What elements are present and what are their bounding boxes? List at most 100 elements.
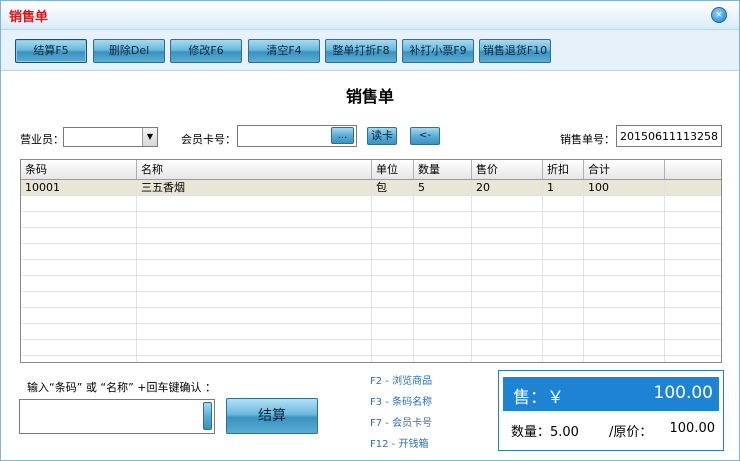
empty-cell xyxy=(372,212,414,227)
empty-row xyxy=(21,196,721,212)
order-number-field[interactable] xyxy=(616,125,722,147)
cell-total: 100 xyxy=(584,180,665,195)
empty-row xyxy=(21,324,721,340)
barcode-name-input[interactable] xyxy=(19,399,215,434)
table-header: 条码 名称 单位 数量 售价 折扣 合计 xyxy=(21,160,721,180)
toolbar: 结算F5 删除Del 修改F6 清空F4 整单打折F8 补打小票F9 销售退货F… xyxy=(1,30,739,71)
empty-cell xyxy=(472,196,543,211)
reprint-receipt-button[interactable]: 补打小票F9 xyxy=(402,39,474,63)
empty-cell xyxy=(584,276,665,291)
sale-amount-bar: 售：￥ 100.00 xyxy=(503,377,719,411)
cell-barcode: 10001 xyxy=(21,180,137,195)
empty-cell xyxy=(137,260,372,275)
empty-cell xyxy=(543,340,584,355)
checkout-f5-button[interactable]: 结算F5 xyxy=(15,39,87,63)
clear-button[interactable]: 清空F4 xyxy=(248,39,320,63)
empty-cell xyxy=(137,228,372,243)
column-header-quantity[interactable]: 数量 xyxy=(414,160,472,179)
empty-cell xyxy=(21,196,137,211)
empty-cell xyxy=(584,260,665,275)
salesperson-select[interactable]: ▼ xyxy=(63,127,158,147)
shortcut-open-drawer[interactable]: F12 - 开钱箱 xyxy=(370,435,428,450)
empty-cell xyxy=(472,292,543,307)
delete-button[interactable]: 删除Del xyxy=(93,39,165,63)
empty-cell xyxy=(414,276,472,291)
empty-cell xyxy=(543,196,584,211)
column-header-unit[interactable]: 单位 xyxy=(372,160,414,179)
order-number-label: 销售单号： xyxy=(560,133,615,146)
empty-cell xyxy=(21,292,137,307)
entry-scroll-handle[interactable] xyxy=(203,402,212,430)
empty-cell xyxy=(543,356,584,362)
table-row[interactable]: 10001 三五香烟 包 5 20 1 100 xyxy=(21,180,721,196)
empty-cell xyxy=(137,276,372,291)
empty-cell xyxy=(472,244,543,259)
cell-unit: 包 xyxy=(372,180,414,195)
empty-cell xyxy=(472,356,543,362)
empty-cell xyxy=(584,212,665,227)
empty-row xyxy=(21,212,721,228)
column-header-barcode[interactable]: 条码 xyxy=(21,160,137,179)
empty-cell xyxy=(543,244,584,259)
empty-cell xyxy=(543,292,584,307)
column-header-discount[interactable]: 折扣 xyxy=(543,160,584,179)
salesperson-label: 营业员： xyxy=(20,133,64,146)
whole-discount-button[interactable]: 整单打折F8 xyxy=(325,39,397,63)
empty-cell xyxy=(372,260,414,275)
empty-row xyxy=(21,356,721,362)
empty-cell xyxy=(414,260,472,275)
shortcut-browse-products[interactable]: F2 - 浏览商品 xyxy=(370,372,432,387)
empty-cell xyxy=(372,340,414,355)
empty-cell xyxy=(21,308,137,323)
empty-cell xyxy=(372,308,414,323)
shortcut-barcode-name[interactable]: F3 - 条码名称 xyxy=(370,393,432,408)
sales-window: 销售单 × 结算F5 删除Del 修改F6 清空F4 整单打折F8 补打小票F9… xyxy=(0,0,740,461)
sales-table: 条码 名称 单位 数量 售价 折扣 合计 10001 三五香烟 包 5 20 1… xyxy=(20,159,722,363)
empty-cell xyxy=(21,212,137,227)
empty-cell xyxy=(21,228,137,243)
column-header-total[interactable]: 合计 xyxy=(584,160,665,179)
empty-cell xyxy=(414,324,472,339)
empty-row xyxy=(21,276,721,292)
empty-cell xyxy=(584,324,665,339)
empty-cell xyxy=(372,324,414,339)
original-price-label: /原价： xyxy=(609,425,653,440)
back-arrow-button[interactable]: <- xyxy=(410,127,440,145)
chevron-down-icon[interactable]: ▼ xyxy=(142,128,157,146)
empty-row xyxy=(21,340,721,356)
member-card-browse-button[interactable]: ... xyxy=(331,127,354,144)
empty-cell xyxy=(137,244,372,259)
empty-row xyxy=(21,228,721,244)
checkout-button[interactable]: 结算 xyxy=(226,398,318,434)
empty-cell xyxy=(543,308,584,323)
empty-row xyxy=(21,308,721,324)
empty-cell xyxy=(584,308,665,323)
modify-button[interactable]: 修改F6 xyxy=(170,39,242,63)
shortcut-member-card[interactable]: F7 - 会员卡号 xyxy=(370,414,432,429)
page-title: 销售单 xyxy=(345,87,394,106)
empty-cell xyxy=(543,212,584,227)
original-price-amount: 100.00 xyxy=(669,421,716,436)
empty-cell xyxy=(21,260,137,275)
sale-amount: 100.00 xyxy=(653,383,713,403)
empty-cell xyxy=(372,244,414,259)
empty-cell xyxy=(137,212,372,227)
empty-cell xyxy=(472,276,543,291)
window-title: 销售单 xyxy=(9,10,49,25)
empty-cell xyxy=(472,308,543,323)
empty-cell xyxy=(543,276,584,291)
empty-cell xyxy=(414,292,472,307)
member-card-label: 会员卡号： xyxy=(181,133,236,146)
close-icon[interactable]: × xyxy=(711,7,727,23)
empty-cell xyxy=(137,324,372,339)
read-card-button[interactable]: 读卡 xyxy=(367,127,397,145)
empty-row xyxy=(21,244,721,260)
column-header-name[interactable]: 名称 xyxy=(137,160,372,179)
sales-return-button[interactable]: 销售退货F10 xyxy=(479,39,551,63)
empty-cell xyxy=(372,356,414,362)
entry-hint: 输入“条码” 或 “名称” +回车键确认 ： xyxy=(27,381,216,394)
column-header-price[interactable]: 售价 xyxy=(472,160,543,179)
empty-cell xyxy=(21,244,137,259)
empty-cell xyxy=(584,356,665,362)
empty-cell xyxy=(372,228,414,243)
